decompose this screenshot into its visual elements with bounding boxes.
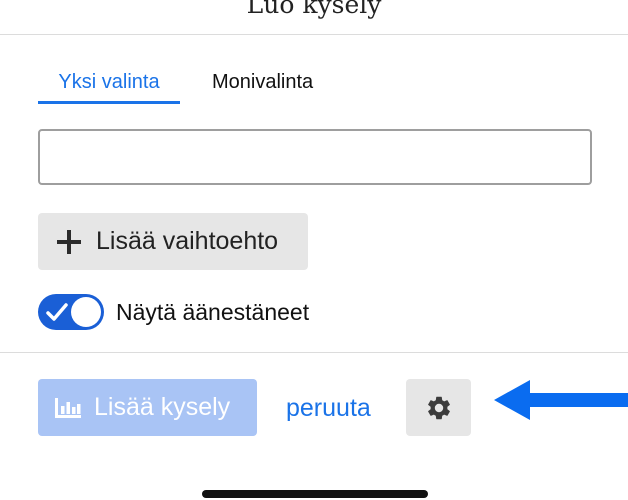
tab-single-choice[interactable]: Yksi valinta — [38, 62, 180, 104]
show-voters-toggle[interactable] — [38, 294, 104, 330]
add-poll-label: Lisää kysely — [94, 393, 231, 421]
cancel-link[interactable]: peruuta — [286, 388, 371, 428]
bar-chart-icon — [55, 397, 81, 418]
gear-icon — [427, 396, 450, 419]
settings-button[interactable] — [406, 379, 471, 436]
option-input[interactable] — [38, 129, 592, 185]
add-option-button[interactable]: Lisää vaihtoehto — [38, 213, 308, 270]
tab-multiple-choice[interactable]: Monivalinta — [198, 62, 338, 102]
home-indicator — [202, 490, 428, 498]
toggle-knob — [71, 297, 101, 327]
plus-icon — [56, 229, 82, 255]
footer-divider — [0, 352, 628, 353]
annotation-arrow-icon — [494, 380, 628, 420]
poll-type-tabs: Yksi valinta Monivalinta — [38, 62, 398, 104]
add-poll-button[interactable]: Lisää kysely — [38, 379, 257, 436]
header-divider — [0, 34, 628, 35]
dialog-title: Luo kysely — [246, 0, 382, 19]
check-icon — [46, 303, 68, 321]
show-voters-row: Näytä äänestäneet — [38, 292, 309, 332]
show-voters-label: Näytä äänestäneet — [116, 298, 310, 325]
add-option-label: Lisää vaihtoehto — [96, 227, 279, 255]
